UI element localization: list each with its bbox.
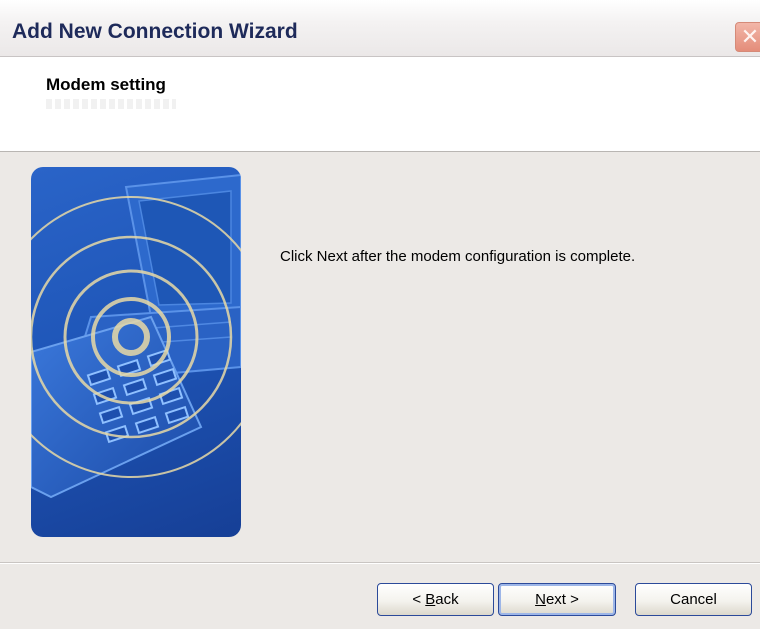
next-button[interactable]: Next > (498, 583, 616, 616)
back-button[interactable]: < Back (377, 583, 494, 616)
next-rest: ext (545, 591, 566, 608)
page-title: Modem setting (46, 75, 166, 94)
next-mnemonic: N (535, 591, 546, 608)
back-rest: ack (435, 591, 459, 608)
phone-and-laptop-illustration (31, 167, 241, 537)
title-bar[interactable]: Add New Connection Wizard ✕ (0, 0, 760, 57)
header-subtitle-placeholder (46, 99, 176, 109)
close-icon: ✕ (740, 24, 760, 49)
illustration-graphic (31, 173, 241, 499)
cancel-button[interactable]: Cancel (635, 583, 752, 616)
footer-divider (0, 562, 760, 564)
wizard-window: Add New Connection Wizard ✕ Modem settin… (0, 0, 760, 629)
next-suffix: > (565, 591, 579, 608)
window-title: Add New Connection Wizard (12, 20, 298, 43)
back-mnemonic: B (425, 591, 436, 608)
instruction-text: Click Next after the modem configuration… (280, 248, 636, 265)
wizard-header: Modem setting (0, 57, 760, 152)
close-button[interactable]: ✕ (735, 22, 760, 52)
back-prefix: < (412, 591, 426, 608)
